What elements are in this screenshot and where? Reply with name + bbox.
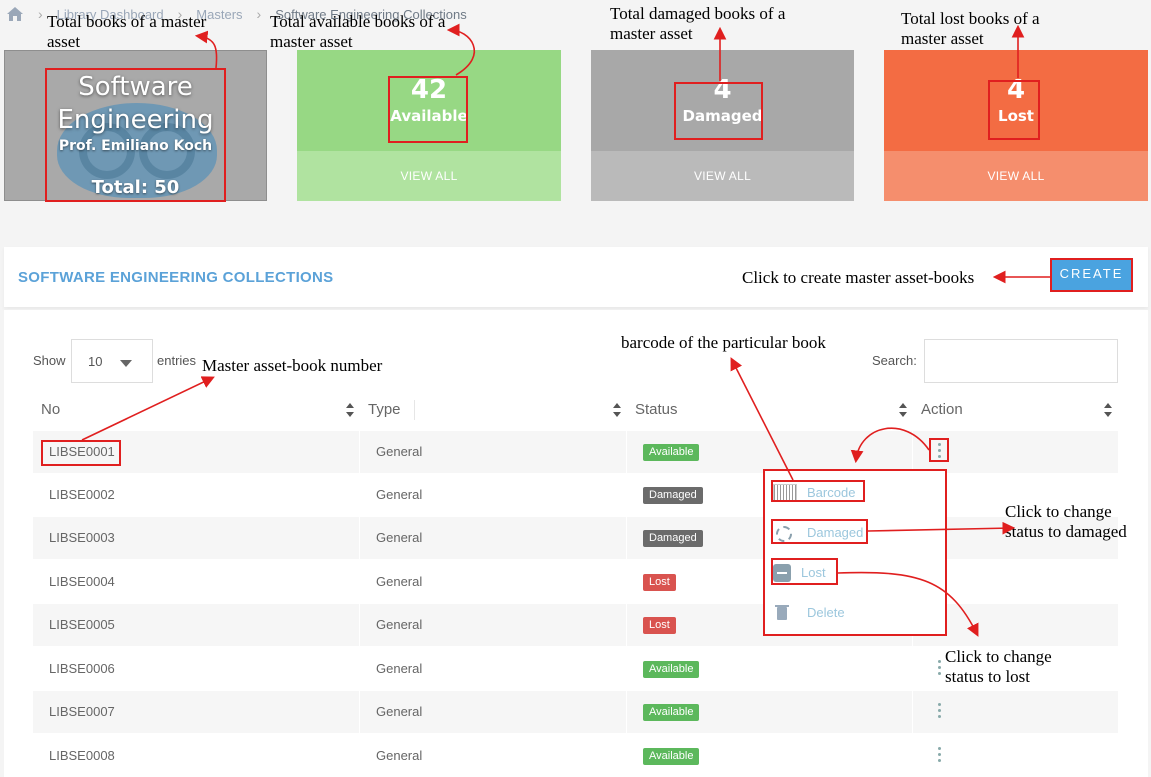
book-type: General <box>376 661 423 676</box>
status-badge: Lost <box>643 574 676 592</box>
menu-item-label: Delete <box>807 605 845 620</box>
sort-icon[interactable] <box>346 403 354 417</box>
status-cell: Available <box>627 735 912 777</box>
status-cell: Available <box>627 648 912 690</box>
highlight-box <box>674 82 763 140</box>
table-row: LIBSE0003 General Damaged <box>33 517 1118 559</box>
highlight-box <box>41 440 121 466</box>
status-cell: Available <box>627 691 912 733</box>
more-vertical-icon[interactable] <box>937 747 943 765</box>
caret-down-icon <box>120 360 132 367</box>
table-row: LIBSE0001 General Available <box>33 431 1118 473</box>
book-number: LIBSE0006 <box>49 661 115 676</box>
book-number: LIBSE0005 <box>33 604 359 646</box>
chevron-right-icon: › <box>256 6 262 22</box>
menu-item-delete[interactable]: Delete <box>773 601 845 625</box>
status-badge: Available <box>643 704 700 722</box>
annotation-text: Click to change status to damaged <box>1005 502 1127 541</box>
annotation-book-number: Master asset-book number <box>202 356 422 376</box>
highlight-box <box>388 76 468 143</box>
highlight-box <box>929 438 949 462</box>
annotation-text: barcode of the particular book <box>621 333 826 352</box>
damaged-view-all-link[interactable]: VIEW ALL <box>591 151 854 201</box>
book-type: General <box>376 574 423 589</box>
book-type: General <box>360 431 626 473</box>
book-number: LIBSE0008 <box>49 748 115 763</box>
book-type: General <box>360 517 626 559</box>
sort-icon[interactable] <box>1104 403 1112 417</box>
table-row: LIBSE0004 General Lost <box>33 561 1118 603</box>
annotation-barcode: barcode of the particular book <box>621 333 861 353</box>
annotation-create: Click to create master asset-books <box>742 268 1002 288</box>
search-label: Search: <box>872 353 917 368</box>
highlight-box <box>988 80 1040 140</box>
sort-icon[interactable] <box>613 403 621 417</box>
column-header-type[interactable]: Type <box>368 401 401 418</box>
trash-icon <box>773 604 797 622</box>
table-row: LIBSE0002 General Damaged <box>33 474 1118 516</box>
book-type: General <box>376 487 423 502</box>
show-label: Show <box>33 353 66 368</box>
more-vertical-icon[interactable] <box>937 703 943 721</box>
annotation-text: Total damaged books of a master asset <box>610 4 786 43</box>
column-header-action[interactable]: Action <box>921 401 963 418</box>
annotation-damaged-books: Total damaged books of a master asset <box>610 4 820 44</box>
annotation-total-books: Total books of a master asset <box>47 12 227 52</box>
entries-value: 10 <box>88 354 103 369</box>
panel-title: SOFTWARE ENGINEERING COLLECTIONS <box>18 269 334 286</box>
annotation-text: Total available books of a master asset <box>270 12 446 51</box>
book-number: LIBSE0004 <box>49 574 115 589</box>
sort-icon[interactable] <box>899 403 907 417</box>
status-badge: Available <box>643 444 700 462</box>
column-header-status[interactable]: Status <box>635 401 678 418</box>
highlight-box <box>771 519 868 544</box>
book-number: LIBSE0007 <box>33 691 359 733</box>
available-view-all-link[interactable]: VIEW ALL <box>297 151 561 201</box>
book-number: LIBSE0003 <box>33 517 359 559</box>
table-row: LIBSE0005 General Lost <box>33 604 1118 646</box>
action-cell <box>913 691 1118 733</box>
highlight-box <box>771 480 865 502</box>
book-number: LIBSE0002 <box>49 487 115 502</box>
status-badge: Damaged <box>643 487 703 505</box>
book-type: General <box>360 604 626 646</box>
highlight-box <box>771 558 838 585</box>
column-header-no[interactable]: No <box>41 401 60 418</box>
table-row: LIBSE0007 General Available <box>33 691 1118 733</box>
annotation-to-lost: Click to change status to lost <box>945 647 1075 687</box>
entries-label: entries <box>157 353 197 368</box>
status-cell: Available <box>627 431 912 473</box>
book-type: General <box>376 748 423 763</box>
status-badge: Available <box>643 748 700 766</box>
chevron-right-icon: › <box>38 6 43 22</box>
annotation-available-books: Total available books of a master asset <box>270 12 475 52</box>
annotation-text: Click to change status to lost <box>945 647 1052 686</box>
annotation-lost-books: Total lost books of a master asset <box>901 9 1071 49</box>
column-divider <box>414 400 415 420</box>
table-row: LIBSE0008 General Available <box>33 735 1118 777</box>
status-badge: Available <box>643 661 700 679</box>
action-cell <box>913 735 1118 777</box>
more-vertical-icon[interactable] <box>937 660 943 678</box>
annotation-to-damaged: Click to change status to damaged <box>1005 502 1145 542</box>
annotation-text: Total books of a master asset <box>47 12 207 51</box>
annotation-text: Master asset-book number <box>202 356 383 375</box>
book-type: General <box>360 691 626 733</box>
annotation-text: Total lost books of a master asset <box>901 9 1040 48</box>
highlight-box <box>1050 258 1133 292</box>
search-input[interactable] <box>924 339 1118 383</box>
lost-view-all-link[interactable]: VIEW ALL <box>884 151 1148 201</box>
highlight-box <box>45 68 226 202</box>
entries-select[interactable]: 10 <box>71 339 153 383</box>
annotation-text: Click to create master asset-books <box>742 268 975 287</box>
status-badge: Damaged <box>643 530 703 548</box>
status-badge: Lost <box>643 617 676 635</box>
home-icon[interactable] <box>6 6 24 22</box>
